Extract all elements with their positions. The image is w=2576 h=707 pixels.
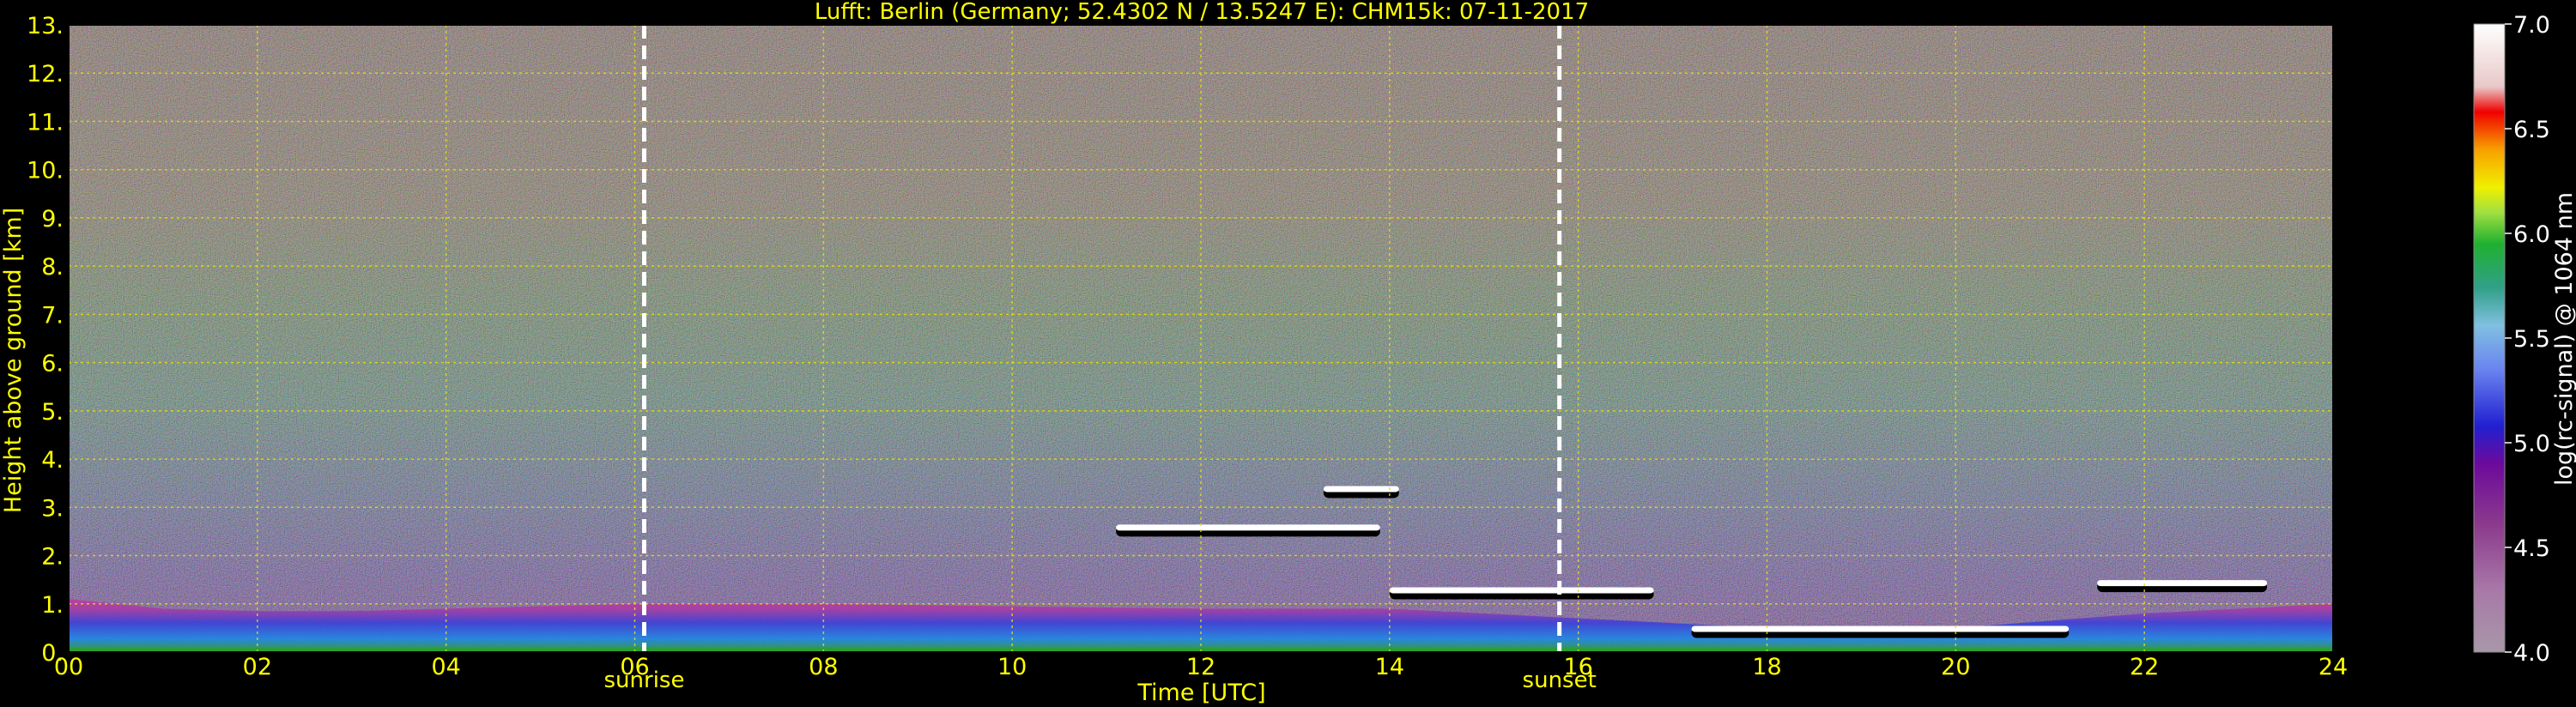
x-tick-label: 20 [1941, 654, 1970, 680]
y-tick-label: 11. [27, 109, 64, 136]
colorbar-label: log(rc-signal) @ 1064 nm [2551, 192, 2576, 486]
cloud-layer [1691, 625, 2070, 632]
y-axis-label: Height above ground [km] [0, 208, 27, 513]
cloud-layer [1323, 486, 1399, 492]
x-tick-label: 22 [2130, 654, 2159, 680]
colorbar-tick-label: 4.0 [2513, 640, 2550, 667]
y-tick-label: 2. [41, 544, 64, 571]
y-tick-label: 5. [41, 399, 64, 426]
y-tick-label: 6. [41, 351, 64, 378]
colorbar-tick-label: 7.0 [2513, 12, 2550, 39]
x-axis-ticks: 00 02 04 06 08 10 12 14 16 18 20 22 24 [54, 654, 2348, 680]
colorbar [2473, 23, 2506, 653]
x-tick-label: 04 [431, 654, 460, 680]
cloud-layer [2097, 580, 2268, 587]
x-axis-label: Time [UTC] [1136, 680, 1265, 706]
y-tick-label: 3. [41, 495, 64, 522]
y-tick-label: 0. [41, 640, 64, 667]
x-tick-label: 24 [2318, 654, 2348, 680]
cloud-layer [1116, 524, 1380, 531]
colorbar-tick-label: 5.5 [2513, 326, 2550, 353]
colorbar-tick-label: 6.0 [2513, 221, 2550, 248]
x-tick-label: 16 [1563, 654, 1592, 680]
colorbar-gradient [2474, 24, 2505, 652]
y-axis-ticks: 0. 1. 2. 3. 4. 5. 6. 7. 8. 9. 10. 11. 12. 13. [27, 13, 64, 667]
x-tick-label: 12 [1186, 654, 1215, 680]
cloud-layer [1389, 587, 1654, 594]
y-tick-label: 4. [41, 447, 64, 474]
y-tick-label: 13. [27, 13, 64, 39]
y-tick-label: 12. [27, 61, 64, 88]
colorbar-tick-label: 6.5 [2513, 117, 2550, 143]
x-tick-label: 06 [620, 654, 649, 680]
y-tick-label: 8. [41, 254, 64, 281]
x-tick-label: 08 [809, 654, 838, 680]
x-tick-label: 02 [243, 654, 272, 680]
y-tick-label: 10. [27, 158, 64, 184]
lidar-chart: sunrise sunset 00 02 04 06 08 10 12 14 16 18 20 22 24… [0, 0, 2576, 706]
y-tick-label: 7. [41, 302, 64, 329]
colorbar-ticks: 4.0 4.5 5.0 5.5 6.0 6.5 7.0 [2505, 12, 2550, 667]
x-tick-label: 10 [997, 654, 1027, 680]
colorbar-tick-label: 5.0 [2513, 431, 2550, 457]
y-tick-label: 1. [41, 592, 64, 619]
x-tick-label: 18 [1752, 654, 1781, 680]
colorbar-tick-label: 4.5 [2513, 535, 2550, 562]
y-tick-label: 9. [41, 206, 64, 233]
x-tick-label: 14 [1375, 654, 1404, 680]
chart-title: Lufft: Berlin (Germany; 52.4302 N / 13.5… [815, 0, 1589, 25]
